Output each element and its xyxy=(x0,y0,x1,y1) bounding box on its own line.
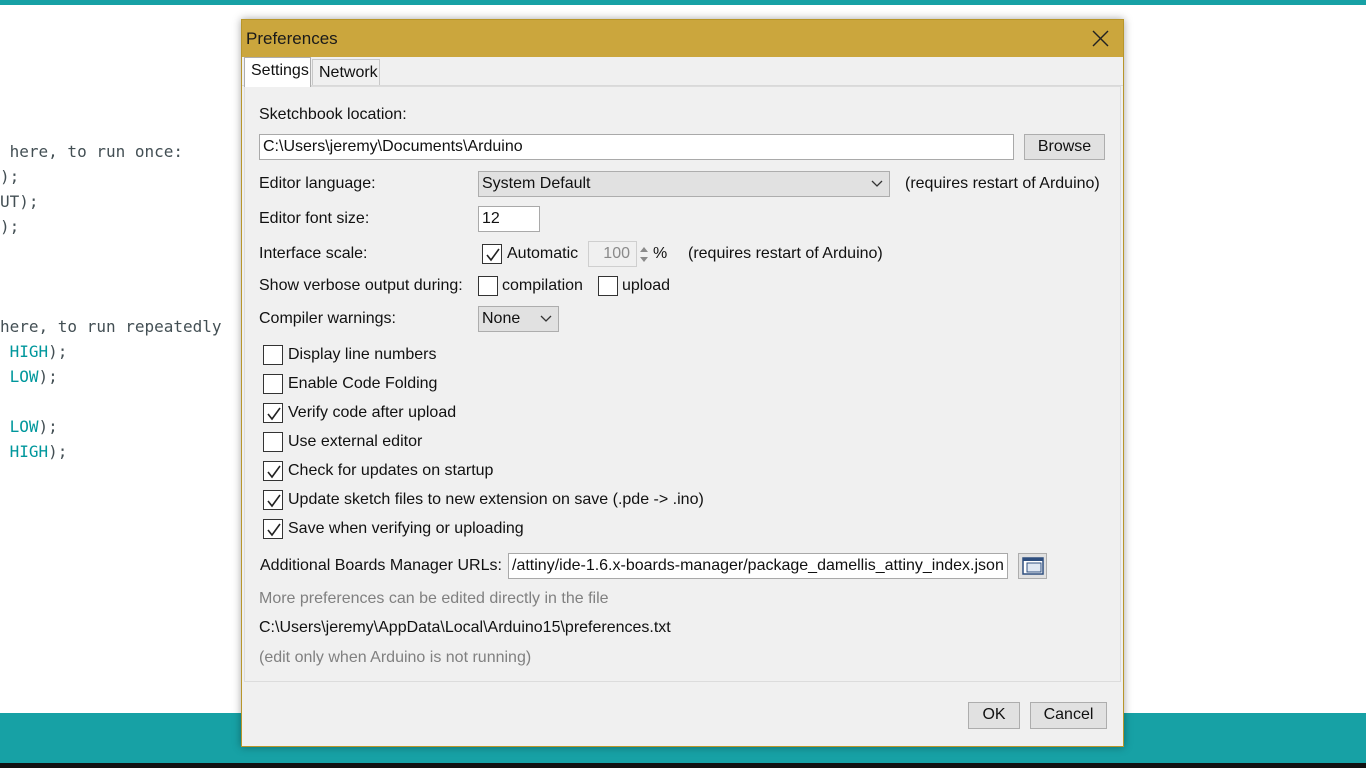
code-line: UT); xyxy=(0,192,39,211)
editor-language-value: System Default xyxy=(482,175,591,192)
dialog-title: Preferences xyxy=(246,29,338,48)
option-label: Update sketch files to new extension on … xyxy=(288,491,704,508)
option-label: Use external editor xyxy=(288,433,423,450)
automatic-scale-label: Automatic xyxy=(507,245,579,262)
code-line: ); xyxy=(0,217,20,236)
code-line: here, to run repeatedly xyxy=(0,317,222,336)
boards-manager-edit-button[interactable] xyxy=(1018,553,1047,579)
compiler-warnings-value: None xyxy=(482,310,521,327)
font-size-label: Editor font size: xyxy=(259,210,370,227)
interface-scale-note: (requires restart of Arduino) xyxy=(688,245,883,262)
boards-manager-label: Additional Boards Manager URLs: xyxy=(260,557,502,574)
verify-after-upload-checkbox[interactable] xyxy=(263,403,283,423)
sketchbook-location-label: Sketchbook location: xyxy=(259,106,407,123)
prefs-file-path: C:\Users\jeremy\AppData\Local\Arduino15\… xyxy=(259,619,671,636)
editor-language-label: Editor language: xyxy=(259,175,376,192)
ok-button[interactable]: OK xyxy=(968,702,1020,729)
update-extension-checkbox[interactable] xyxy=(263,490,283,510)
code-line: here, to run once: xyxy=(0,142,184,161)
more-prefs-text: More preferences can be edited directly … xyxy=(259,590,609,607)
browse-button[interactable]: Browse xyxy=(1024,134,1105,160)
font-size-field[interactable]: 12 xyxy=(478,206,540,232)
close-button[interactable] xyxy=(1077,20,1123,57)
chevron-down-icon xyxy=(540,315,552,322)
screen: here, to run once: ); UT); ); here, to r… xyxy=(0,0,1366,768)
interface-scale-unit: % xyxy=(653,245,668,262)
editor-language-note: (requires restart of Arduino) xyxy=(905,175,1100,192)
checkmark-icon xyxy=(267,523,281,537)
cancel-button[interactable]: Cancel xyxy=(1030,702,1107,729)
option-label: Check for updates on startup xyxy=(288,462,494,479)
use-external-editor-checkbox[interactable] xyxy=(263,432,283,452)
code-line: HIGH); xyxy=(9,342,68,361)
interface-scale-spinner: 100 xyxy=(588,241,637,267)
tab-network[interactable]: Network xyxy=(312,59,380,86)
code-keyword: LOW xyxy=(9,367,39,386)
option-label: Save when verifying or uploading xyxy=(288,520,524,537)
option-label: Display line numbers xyxy=(288,346,437,363)
dialog-titlebar[interactable]: Preferences xyxy=(242,20,1123,57)
save-when-verifying-checkbox[interactable] xyxy=(263,519,283,539)
enable-code-folding-checkbox[interactable] xyxy=(263,374,283,394)
code-line: HIGH); xyxy=(9,442,68,461)
chevron-down-icon xyxy=(871,180,883,187)
tab-settings[interactable]: Settings xyxy=(244,57,311,87)
verbose-upload-checkbox[interactable] xyxy=(598,276,618,296)
checkmark-icon xyxy=(267,494,281,508)
close-icon xyxy=(1092,30,1109,47)
tab-bar: Settings Network xyxy=(242,57,1123,87)
editor-language-select[interactable]: System Default xyxy=(478,171,890,197)
edit-note: (edit only when Arduino is not running) xyxy=(259,649,532,666)
option-label: Verify code after upload xyxy=(288,404,457,421)
verbose-compilation-checkbox[interactable] xyxy=(478,276,498,296)
verbose-output-label: Show verbose output during: xyxy=(259,277,463,294)
code-line: ); xyxy=(0,167,20,186)
spinner-arrows-icon xyxy=(640,247,648,262)
check-updates-checkbox[interactable] xyxy=(263,461,283,481)
bottom-edge xyxy=(0,763,1366,768)
code-keyword: HIGH xyxy=(9,342,49,361)
sketchbook-location-field[interactable]: C:\Users\jeremy\Documents\Arduino xyxy=(259,134,1014,160)
boards-manager-urls-field[interactable]: ‎/attiny/ide-1.6.x-boards-manager/packag… xyxy=(508,553,1008,579)
compiler-warnings-select[interactable]: None xyxy=(478,306,559,332)
checkmark-icon xyxy=(267,465,281,479)
preferences-dialog: Preferences Settings Network Sketchbook … xyxy=(241,19,1124,747)
code-keyword: LOW xyxy=(9,417,39,436)
window-icon xyxy=(1022,557,1044,575)
verbose-compilation-label: compilation xyxy=(502,277,583,294)
compiler-warnings-label: Compiler warnings: xyxy=(259,310,396,327)
interface-scale-label: Interface scale: xyxy=(259,245,368,262)
code-line: LOW); xyxy=(9,367,58,386)
option-label: Enable Code Folding xyxy=(288,375,438,392)
checkmark-icon xyxy=(267,407,281,421)
display-line-numbers-checkbox[interactable] xyxy=(263,345,283,365)
checkmark-icon xyxy=(486,248,500,262)
code-line: LOW); xyxy=(9,417,58,436)
automatic-scale-checkbox[interactable] xyxy=(482,244,502,264)
verbose-upload-label: upload xyxy=(622,277,671,294)
code-keyword: HIGH xyxy=(9,442,49,461)
